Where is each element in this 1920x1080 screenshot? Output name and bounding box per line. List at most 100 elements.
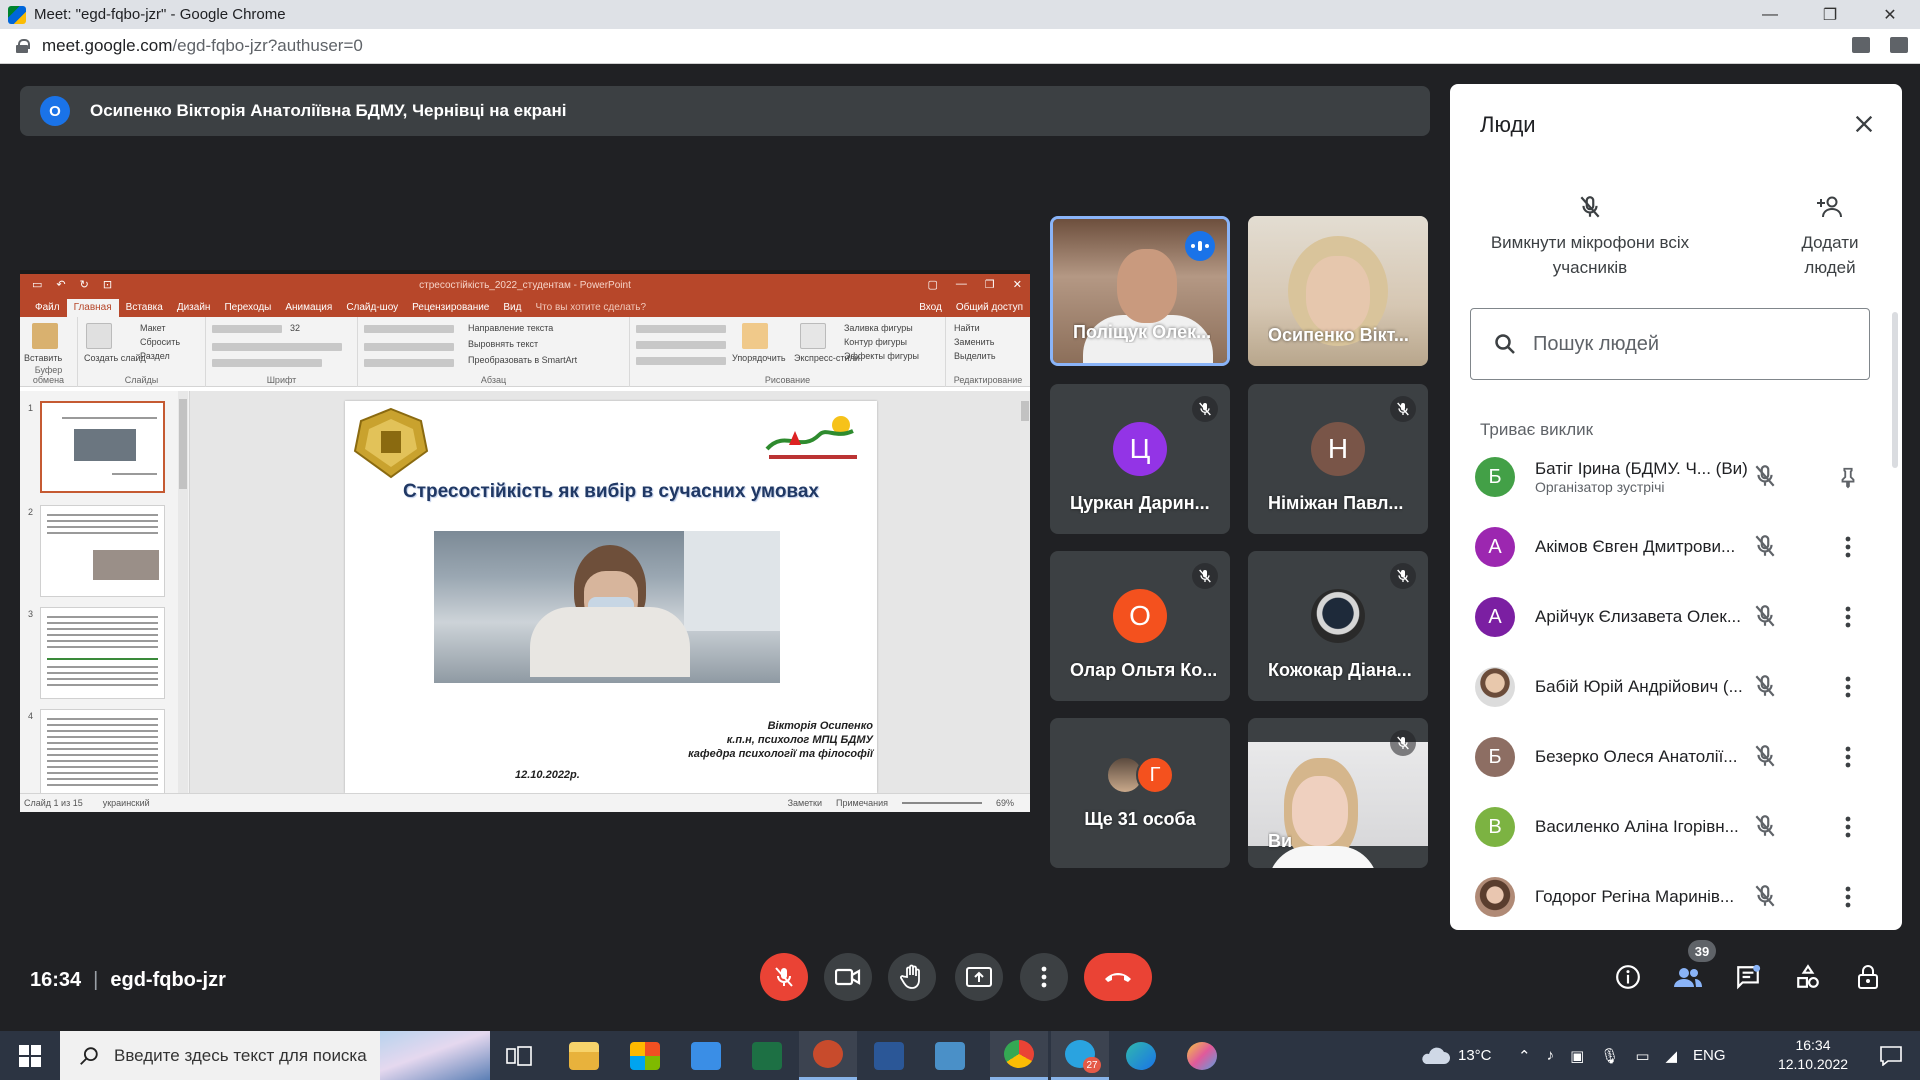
pp-group-slides: Создать слайд Макет Сбросить Раздел Слай… bbox=[78, 317, 206, 387]
pp-group-editing: Найти Заменить Выделить Редактирование bbox=[953, 323, 1023, 385]
avatar: А bbox=[1475, 597, 1515, 637]
mic-off-icon bbox=[1390, 396, 1416, 422]
panel-scrollbar[interactable] bbox=[1892, 312, 1898, 468]
file-explorer-app[interactable] bbox=[555, 1031, 613, 1080]
pp-tab-design: Дизайн bbox=[176, 302, 211, 313]
chat-button[interactable] bbox=[1726, 955, 1770, 999]
psych-center-logo-icon bbox=[765, 416, 857, 459]
participant-tile[interactable]: Осипенко Вікт... bbox=[1248, 216, 1428, 366]
weather-widget[interactable]: 13°C bbox=[1418, 1031, 1492, 1080]
mail-app[interactable] bbox=[677, 1031, 735, 1080]
paint-app[interactable] bbox=[1173, 1031, 1231, 1080]
more-vert-icon bbox=[1845, 886, 1851, 908]
search-people-input[interactable]: Пошук людей bbox=[1470, 308, 1870, 380]
volume-icon[interactable]: ♪ bbox=[1547, 1047, 1555, 1064]
minimize-button[interactable]: — bbox=[1740, 0, 1800, 29]
translate-icon[interactable] bbox=[1890, 37, 1908, 53]
lock-icon[interactable] bbox=[16, 39, 30, 53]
participant-tile[interactable]: Поліщук Олек... bbox=[1050, 216, 1230, 366]
more-options-button[interactable] bbox=[1020, 953, 1068, 1001]
pp-maximize-icon: ❐ bbox=[984, 279, 995, 291]
camera-tray-icon[interactable]: ▣ bbox=[1570, 1047, 1584, 1065]
maximize-button[interactable]: ❐ bbox=[1800, 0, 1860, 29]
participant-row[interactable]: Бабій Юрій Андрійович (... bbox=[1450, 652, 1870, 722]
speaking-indicator-icon bbox=[1185, 231, 1215, 261]
more-vert-icon bbox=[1845, 816, 1851, 838]
network-icon[interactable]: ◢ bbox=[1666, 1047, 1678, 1065]
activities-button[interactable] bbox=[1786, 955, 1830, 999]
store-app[interactable] bbox=[616, 1031, 674, 1080]
participant-row[interactable]: Б Безерко Олеся Анатолії... bbox=[1450, 722, 1870, 792]
chevron-up-icon[interactable]: ⌃ bbox=[1518, 1047, 1531, 1065]
avatar bbox=[1311, 589, 1365, 643]
remote-desktop-app[interactable] bbox=[921, 1031, 979, 1080]
chrome-app[interactable] bbox=[990, 1031, 1048, 1080]
participant-row[interactable]: А Арійчук Єлизавета Олек... bbox=[1450, 582, 1870, 652]
present-now-button[interactable] bbox=[955, 953, 1003, 1001]
edge-app[interactable] bbox=[1112, 1031, 1170, 1080]
participant-row[interactable]: А Акімов Євген Дмитрови... bbox=[1450, 512, 1870, 582]
avatar: О bbox=[1113, 589, 1167, 643]
telegram-app[interactable]: 27 bbox=[1051, 1031, 1109, 1080]
shared-screen[interactable]: ▭ ↶ ↻ ⊡ стресостійкість_2022_студентам -… bbox=[20, 270, 1030, 812]
url-text[interactable]: meet.google.com/egd-fqbo-jzr?authuser=0 bbox=[42, 36, 363, 56]
participant-row[interactable]: Б Батіг Ірина (БДМУ. Ч... (Ви) Організато… bbox=[1450, 442, 1870, 512]
participant-row[interactable]: Годорог Регіна Маринів... bbox=[1450, 862, 1870, 930]
more-vert-icon bbox=[1845, 746, 1851, 768]
close-window-button[interactable]: ✕ bbox=[1860, 0, 1920, 29]
more-vert-icon bbox=[1845, 676, 1851, 698]
microphone-tray-icon[interactable]: 🎙 bbox=[1600, 1047, 1619, 1065]
notifications-button[interactable] bbox=[1862, 1031, 1920, 1080]
windows-taskbar: Введите здесь текст для поиска 27 13°C ⌃… bbox=[0, 1031, 1920, 1080]
self-tile[interactable]: Ви bbox=[1248, 718, 1428, 868]
pp-ribbon-options-icon: ▢ bbox=[927, 279, 938, 291]
language-indicator[interactable]: ENG bbox=[1693, 1047, 1726, 1064]
leave-call-button[interactable] bbox=[1084, 953, 1152, 1001]
more-options-button[interactable] bbox=[1830, 809, 1866, 845]
more-options-button[interactable] bbox=[1830, 879, 1866, 915]
taskbar-search-box[interactable]: Введите здесь текст для поиска bbox=[60, 1031, 490, 1080]
camera-toggle-button[interactable] bbox=[824, 953, 872, 1001]
more-options-button[interactable] bbox=[1830, 529, 1866, 565]
powerpoint-icon bbox=[813, 1040, 843, 1068]
more-participants-tile[interactable]: Г Ще 31 особа bbox=[1050, 718, 1230, 868]
mic-off-icon bbox=[1390, 563, 1416, 589]
mic-off-icon bbox=[1752, 463, 1778, 494]
system-tray: ⌃ ♪ ▣ 🎙 ▭ ◢ ENG bbox=[1518, 1031, 1726, 1080]
raise-hand-button[interactable] bbox=[888, 953, 936, 1001]
meeting-details-button[interactable] bbox=[1606, 955, 1650, 999]
excel-app[interactable] bbox=[738, 1031, 796, 1080]
word-icon bbox=[874, 1041, 904, 1070]
camera-in-use-icon[interactable] bbox=[1852, 37, 1870, 53]
participant-tile[interactable]: Кожокар Діана... bbox=[1248, 551, 1428, 701]
pp-tab-home: Главная bbox=[66, 299, 119, 317]
close-panel-button[interactable] bbox=[1846, 106, 1882, 142]
meeting-time: 16:34 bbox=[30, 969, 82, 991]
host-controls-button[interactable] bbox=[1846, 955, 1890, 999]
participant-tile[interactable]: Ц Цуркан Дарин... bbox=[1050, 384, 1230, 534]
word-app[interactable] bbox=[860, 1031, 918, 1080]
pp-minimize-icon: — bbox=[955, 278, 967, 290]
more-options-button[interactable] bbox=[1830, 739, 1866, 775]
start-button[interactable] bbox=[0, 1031, 60, 1080]
add-people-button[interactable]: Додати людей bbox=[1780, 194, 1880, 280]
battery-icon[interactable]: ▭ bbox=[1635, 1047, 1649, 1065]
avatar bbox=[1475, 667, 1515, 707]
participant-tile[interactable]: Н Німіжан Павл... bbox=[1248, 384, 1428, 534]
mute-all-button[interactable]: Вимкнути мікрофони всіх учасників bbox=[1490, 194, 1690, 280]
taskbar-clock[interactable]: 16:34 12.10.2022 bbox=[1768, 1036, 1858, 1074]
participant-row[interactable]: В Василенко Аліна Ігорівн... bbox=[1450, 792, 1870, 862]
address-bar[interactable]: meet.google.com/egd-fqbo-jzr?authuser=0 bbox=[0, 29, 1920, 64]
more-options-button[interactable] bbox=[1830, 669, 1866, 705]
pp-tab-file: Файл bbox=[35, 302, 60, 313]
more-options-button[interactable] bbox=[1830, 599, 1866, 635]
meeting-controls-bar: 16:34 | egd-fqbo-jzr 39 bbox=[0, 931, 1920, 1031]
task-view-button[interactable] bbox=[490, 1031, 548, 1080]
participant-tile[interactable]: О Олар Ольтя Ко... bbox=[1050, 551, 1230, 701]
pp-tab-animation: Анимация bbox=[285, 302, 333, 313]
powerpoint-app[interactable] bbox=[799, 1031, 857, 1080]
microphone-toggle-button[interactable] bbox=[760, 953, 808, 1001]
pin-button[interactable] bbox=[1830, 459, 1866, 495]
paint-icon bbox=[1187, 1041, 1217, 1070]
avatar: В bbox=[1475, 807, 1515, 847]
